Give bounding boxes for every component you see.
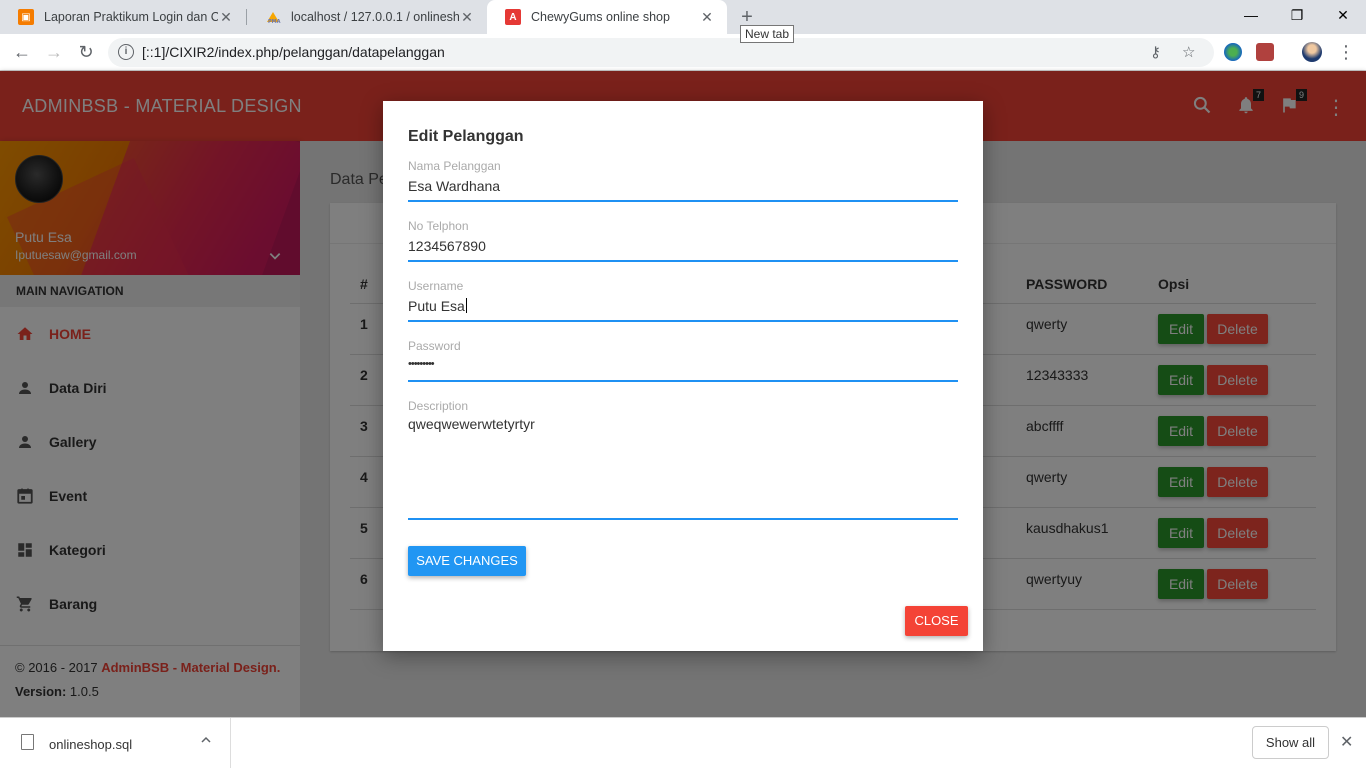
modal-title: Edit Pelanggan <box>408 128 524 145</box>
password-field[interactable]: Password ••••••••• <box>408 339 958 382</box>
new-tab-tooltip: New tab <box>740 25 795 43</box>
no-telphon-field[interactable]: No Telphon 1234567890 <box>408 219 958 262</box>
browser-tab-strip: ▣ Laporan Praktikum Login dan CRUD ✕ PMA… <box>0 0 1366 34</box>
username-input[interactable]: Putu Esa <box>408 298 465 314</box>
svg-text:PMA: PMA <box>268 19 281 25</box>
download-bar: onlineshop.sql Show all ✕ <box>0 717 1366 768</box>
field-underline <box>408 200 958 202</box>
bookmark-star-icon[interactable]: ☆ <box>1182 43 1195 61</box>
minimize-button[interactable]: — <box>1228 0 1274 30</box>
password-input[interactable]: ••••••••• <box>408 358 958 376</box>
field-label: Password <box>408 339 461 353</box>
nama-pelanggan-input[interactable]: Esa Wardhana <box>408 178 958 196</box>
key-icon[interactable]: ⚷ <box>1150 43 1161 61</box>
close-download-bar-icon[interactable]: ✕ <box>1340 732 1353 752</box>
tab-phpmyadmin[interactable]: PMA localhost / 127.0.0.1 / onlineshop ✕ <box>247 0 487 34</box>
file-icon <box>21 734 34 750</box>
profile-avatar-icon[interactable] <box>1302 42 1322 62</box>
username-input-wrap[interactable]: Putu Esa <box>408 298 958 316</box>
tab-title: Laporan Praktikum Login dan CRUD <box>44 10 218 24</box>
download-filename[interactable]: onlineshop.sql <box>49 737 132 752</box>
extension-pdf-icon[interactable] <box>1256 43 1274 61</box>
field-label: Username <box>408 279 464 293</box>
field-underline <box>408 260 958 262</box>
tab-title: ChewyGums online shop <box>531 10 670 24</box>
close-tab-icon[interactable]: ✕ <box>459 9 475 26</box>
phpmyadmin-icon: PMA <box>265 9 281 25</box>
site-info-icon[interactable]: i <box>118 44 134 60</box>
field-underline <box>408 320 958 322</box>
extension-globe-icon[interactable] <box>1224 43 1242 61</box>
close-tab-icon[interactable]: ✕ <box>699 9 715 26</box>
save-changes-button[interactable]: SAVE CHANGES <box>408 546 526 576</box>
download-item[interactable]: onlineshop.sql <box>0 718 231 768</box>
tab-title: localhost / 127.0.0.1 / onlineshop <box>291 10 459 24</box>
address-bar: ← → ↻ i [::1]/CIXIR2/index.php/pelanggan… <box>0 34 1366 71</box>
field-label: Nama Pelanggan <box>408 159 501 173</box>
field-label: Description <box>408 399 469 413</box>
close-modal-button[interactable]: CLOSE <box>905 606 968 636</box>
no-telphon-input[interactable]: 1234567890 <box>408 238 958 256</box>
restore-button[interactable]: ❐ <box>1274 0 1320 30</box>
close-tab-icon[interactable]: ✕ <box>218 9 234 26</box>
forward-button[interactable]: → <box>42 40 66 64</box>
tab-laporan[interactable]: ▣ Laporan Praktikum Login dan CRUD ✕ <box>0 0 246 34</box>
username-field[interactable]: Username Putu Esa <box>408 279 958 322</box>
reload-button[interactable]: ↻ <box>74 40 98 64</box>
window-close-button[interactable]: ✕ <box>1320 0 1366 30</box>
text-caret <box>465 298 467 313</box>
browser-menu-icon[interactable]: ⋮ <box>1334 40 1358 64</box>
field-label: No Telphon <box>408 219 469 233</box>
description-field[interactable]: Description qweqwewerwtetyrtyr <box>408 399 958 521</box>
show-all-button[interactable]: Show all <box>1252 726 1329 759</box>
blogger-icon: ▣ <box>18 9 34 25</box>
field-underline <box>408 380 958 382</box>
edit-pelanggan-modal: Edit Pelanggan Nama Pelanggan Esa Wardha… <box>383 101 983 651</box>
back-button[interactable]: ← <box>10 40 34 64</box>
tab-chewygums[interactable]: A ChewyGums online shop ✕ <box>487 0 727 34</box>
nama-pelanggan-field[interactable]: Nama Pelanggan Esa Wardhana <box>408 159 958 202</box>
field-underline <box>408 518 958 520</box>
adminbsb-icon: A <box>505 9 521 25</box>
description-textarea[interactable]: qweqwewerwtetyrtyr <box>408 416 958 434</box>
chevron-up-icon[interactable] <box>200 734 212 749</box>
url-omnibox[interactable]: i [::1]/CIXIR2/index.php/pelanggan/datap… <box>108 38 1214 67</box>
url-text[interactable]: [::1]/CIXIR2/index.php/pelanggan/datapel… <box>142 44 445 60</box>
